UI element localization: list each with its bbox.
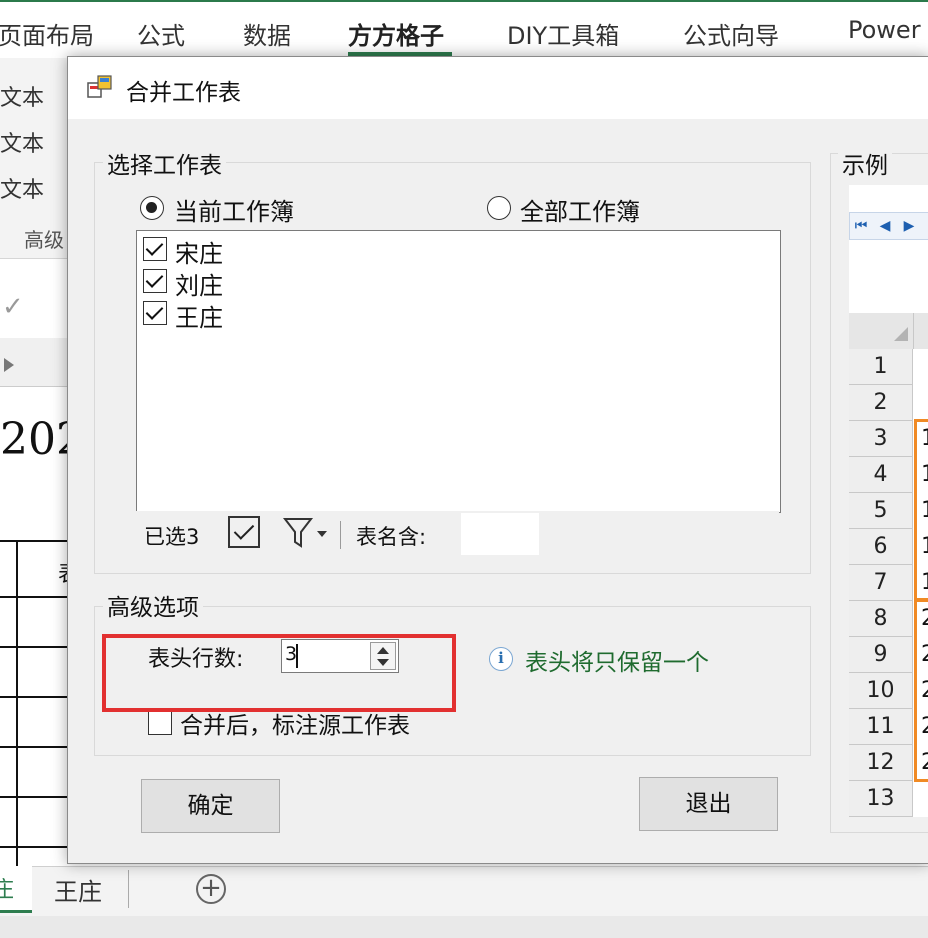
example-row-header: 5 — [849, 493, 913, 529]
example-cell — [921, 781, 928, 817]
exit-button[interactable]: 退出 — [639, 777, 778, 831]
example-row-header: 2 — [849, 385, 913, 421]
name-contains-input[interactable] — [461, 513, 539, 555]
prev-sheet-icon: ◀ — [879, 218, 891, 234]
corner-triangle-icon — [894, 327, 908, 341]
sheet-nav-buttons: ⏮ ◀ ▶ — [849, 212, 928, 240]
sheet-name: 王庄 — [175, 304, 223, 332]
example-row-header: 13 — [849, 781, 913, 817]
example-row-header: 8 — [849, 601, 913, 637]
select-all-check-icon[interactable] — [228, 516, 260, 548]
example-column-header — [914, 313, 928, 349]
header-info-text: 表头将只保留一个 — [525, 650, 709, 676]
ribbon-item-text-1[interactable]: 文本 — [0, 80, 44, 112]
example-row-header: 10 — [849, 673, 913, 709]
ribbon-item-text-2[interactable]: 文本 — [0, 126, 44, 158]
advanced-options-group-title: 高级选项 — [103, 588, 203, 622]
example-group-title: 示例 — [838, 146, 892, 180]
sheet-name: 宋庄 — [175, 240, 223, 268]
tab-formulas[interactable]: 公式 — [137, 16, 185, 51]
example-row-header: 6 — [849, 529, 913, 565]
example-row-header: 9 — [849, 637, 913, 673]
select-sheets-group-title: 选择工作表 — [103, 146, 226, 180]
example-row-header: 1 — [849, 349, 913, 385]
dialog-title: 合并工作表 — [126, 80, 241, 106]
radio-current-workbook[interactable] — [140, 196, 164, 220]
radio-current-workbook-label[interactable]: 当前工作簿 — [174, 192, 294, 227]
tab-formula-wizard[interactable]: 公式向导 — [683, 16, 779, 51]
next-sheet-icon: ▶ — [903, 218, 915, 234]
example-block-1 — [914, 419, 928, 601]
example-row-header: 3 — [849, 421, 913, 457]
ok-button[interactable]: 确定 — [141, 779, 280, 833]
example-cell — [921, 349, 928, 385]
example-cell — [921, 385, 928, 421]
toolbar-divider — [340, 521, 341, 549]
sheet-tab-label: 庄 — [0, 872, 14, 904]
tab-fangfang-gezi[interactable]: 方方格子 — [348, 16, 444, 51]
info-icon: i — [489, 647, 513, 671]
merge-sheets-dialog: 合并工作表 选择工作表 当前工作簿 全部工作簿 宋庄 刘庄 王庄 已选3 表名含… — [67, 56, 928, 864]
example-row-header: 4 — [849, 457, 913, 493]
filter-icon[interactable] — [282, 516, 330, 550]
status-bar — [0, 916, 928, 938]
sheet-tab-bar — [0, 866, 928, 917]
sheet-list-toolbar: 已选3 表名含: — [136, 511, 779, 557]
name-contains-label: 表名含: — [356, 525, 427, 549]
sheet-listbox[interactable]: 宋庄 刘庄 王庄 — [136, 230, 781, 513]
ribbon-tab-bar: 页面布局 公式 数据 方方格子 DIY工具箱 公式向导 Power — [0, 0, 928, 60]
sheet-tab-wangzhuang[interactable]: 王庄 — [54, 872, 102, 907]
ribbon-item-text-3[interactable]: 文本 — [0, 172, 44, 204]
radio-all-workbooks-label[interactable]: 全部工作簿 — [520, 192, 640, 227]
sheet-tab-liuzhuang[interactable]: 庄 — [0, 866, 32, 913]
tab-data[interactable]: 数据 — [243, 16, 291, 51]
merge-mark-source-checkbox[interactable] — [148, 711, 172, 735]
tab-diy-toolbox[interactable]: DIY工具箱 — [507, 16, 619, 51]
add-sheet-icon[interactable]: + — [196, 874, 226, 904]
sheet-tab-divider — [128, 870, 129, 908]
sheet-name: 刘庄 — [175, 272, 223, 300]
sheet-checkbox[interactable] — [143, 301, 167, 325]
example-row-header: 12 — [849, 745, 913, 781]
first-sheet-icon: ⏮ — [854, 218, 868, 234]
tab-page-layout[interactable]: 页面布局 — [0, 16, 94, 51]
sheet-checkbox[interactable] — [143, 237, 167, 261]
sheet-checkbox[interactable] — [143, 269, 167, 293]
play-arrow-icon — [4, 358, 14, 372]
tab-power[interactable]: Power — [848, 16, 921, 44]
example-row-header: 7 — [849, 565, 913, 601]
radio-all-workbooks[interactable] — [487, 196, 511, 220]
dialog-titlebar: 合并工作表 — [68, 57, 928, 119]
example-row-header: 11 — [849, 709, 913, 745]
enter-check-icon[interactable]: ✓ — [2, 292, 24, 322]
example-block-2 — [914, 599, 928, 782]
app-icon — [87, 75, 112, 98]
red-highlight-annotation — [102, 634, 456, 712]
selected-count: 已选3 — [144, 525, 200, 549]
ribbon-group-label: 高级 — [24, 228, 64, 252]
